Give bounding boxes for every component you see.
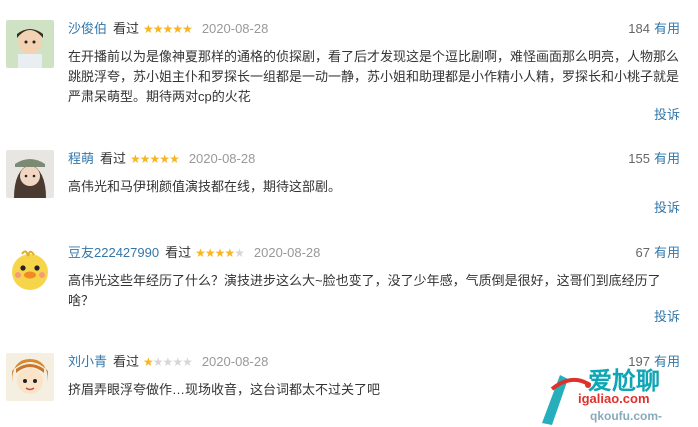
watched-label: 看过 [165,245,192,260]
report-link[interactable]: 投诉 [654,199,680,217]
avatar[interactable] [6,150,54,198]
review-text: 高伟光和马伊琍颜值演技都在线，期待这部剧。 [68,179,342,194]
useful-count: 184 [628,21,650,36]
avatar[interactable] [6,353,54,401]
review-meta: 沙俊伯 看过 ★★★★★ 2020-08-28 [68,20,268,38]
review-meta: 刘小青 看过 ★★★★★ 2020-08-28 [68,353,268,371]
rating-stars: ★★★★★ [195,246,245,260]
avatar[interactable] [6,244,54,292]
username-link[interactable]: 豆友222427990 [68,245,159,260]
report-link[interactable]: 投诉 [654,308,680,326]
watched-label: 看过 [113,354,140,369]
review-date: 2020-08-28 [201,354,269,369]
rating-stars: ★★★★★ [143,22,193,36]
useful-button[interactable]: 有用 [654,354,680,369]
review-meta: 豆友222427990 看过 ★★★★★ 2020-08-28 [68,244,320,262]
review-date: 2020-08-28 [188,151,256,166]
review-date: 2020-08-28 [253,245,321,260]
review-date: 2020-08-28 [201,21,269,36]
review-text: 挤眉弄眼浮夸做作…现场收音，这台词都太不过关了吧 [68,382,381,397]
useful-button[interactable]: 有用 [654,245,680,260]
username-link[interactable]: 刘小青 [68,354,107,369]
useful-vote: 184 有用 [628,20,680,38]
report-link[interactable]: 投诉 [654,106,680,124]
rating-stars: ★★★★★ [130,152,180,166]
review-meta: 程萌 看过 ★★★★★ 2020-08-28 [68,150,255,168]
username-link[interactable]: 程萌 [68,151,94,166]
rating-stars: ★★★★★ [143,355,193,369]
watched-label: 看过 [113,21,140,36]
review-text: 高伟光这些年经历了什么？演技进步这么大~脸也变了，没了少年感，气质倒是很好，这哥… [68,273,661,308]
watermark-domain-secondary: qkoufu.com- [590,409,662,423]
useful-vote: 197 有用 [628,353,680,371]
username-link[interactable]: 沙俊伯 [68,21,107,36]
useful-button[interactable]: 有用 [654,151,680,166]
useful-vote: 155 有用 [628,150,680,168]
review-text: 在开播前以为是像神夏那样的通格的侦探剧，看了后才发现这是个逗比剧啊，难怪画面那么… [68,49,680,104]
useful-button[interactable]: 有用 [654,21,680,36]
useful-count: 67 [635,245,650,260]
avatar[interactable] [6,20,54,68]
watched-label: 看过 [100,151,127,166]
useful-count: 155 [628,151,650,166]
useful-vote: 67 有用 [636,244,680,262]
useful-count: 197 [628,354,650,369]
